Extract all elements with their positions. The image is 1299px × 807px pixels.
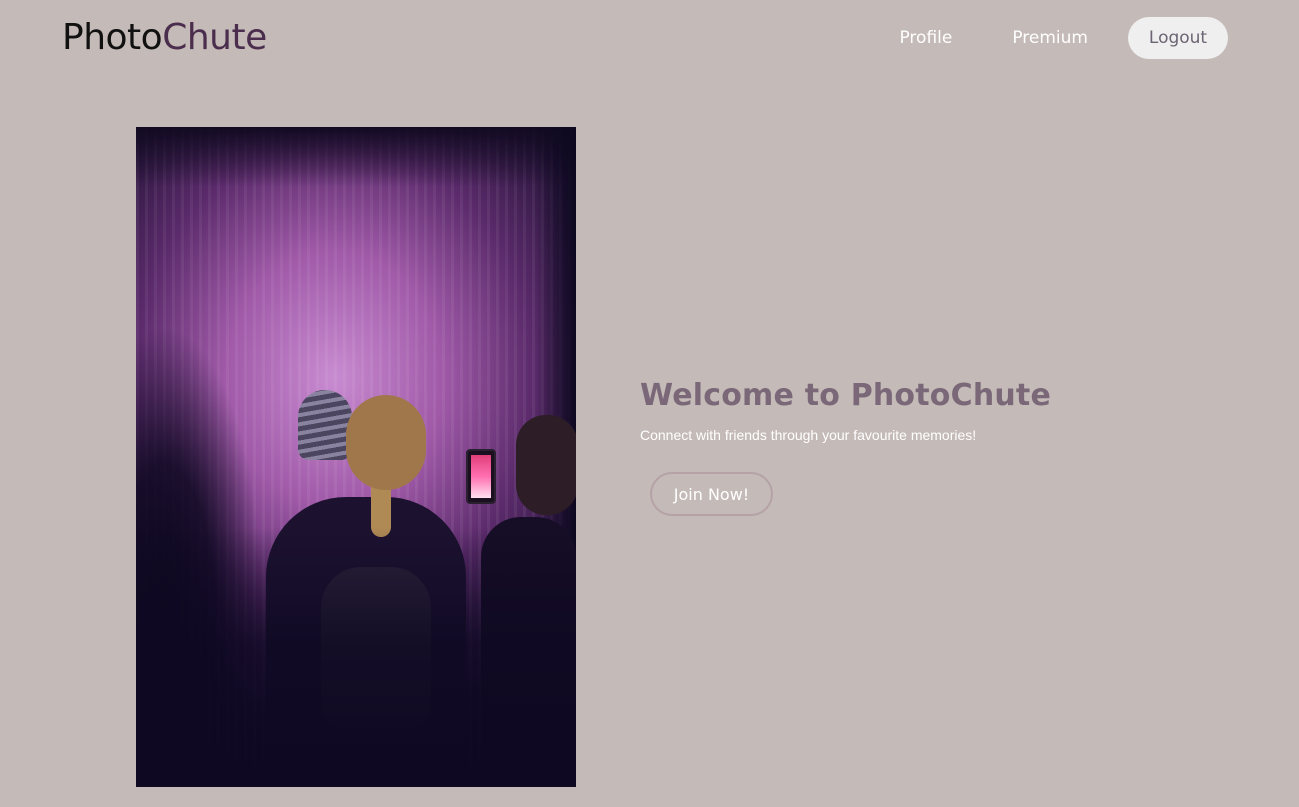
photo-shade-bottom	[136, 527, 576, 787]
person-hat	[298, 390, 352, 460]
landing-page: PhotoChute Profile Premium Logout Welcom…	[0, 0, 1299, 807]
phone-screen	[471, 455, 491, 498]
nav-premium-link[interactable]: Premium	[1012, 28, 1088, 48]
photo-shade-top	[136, 127, 576, 187]
nav-profile-link[interactable]: Profile	[899, 28, 952, 48]
person-center-head	[346, 395, 426, 490]
logout-button[interactable]: Logout	[1128, 17, 1228, 59]
hero-photo	[136, 127, 576, 787]
hero-subtitle: Connect with friends through your favour…	[640, 427, 977, 443]
person-right-head	[516, 415, 576, 515]
phone-icon	[466, 449, 496, 504]
logo-part-photo: Photo	[62, 17, 163, 58]
logo-part-chute: Chute	[162, 17, 267, 58]
main-nav: Profile Premium Logout	[899, 17, 1228, 59]
logo[interactable]: PhotoChute	[62, 16, 267, 60]
join-now-button[interactable]: Join Now!	[650, 472, 773, 516]
hero-title: Welcome to PhotoChute	[640, 378, 1052, 413]
